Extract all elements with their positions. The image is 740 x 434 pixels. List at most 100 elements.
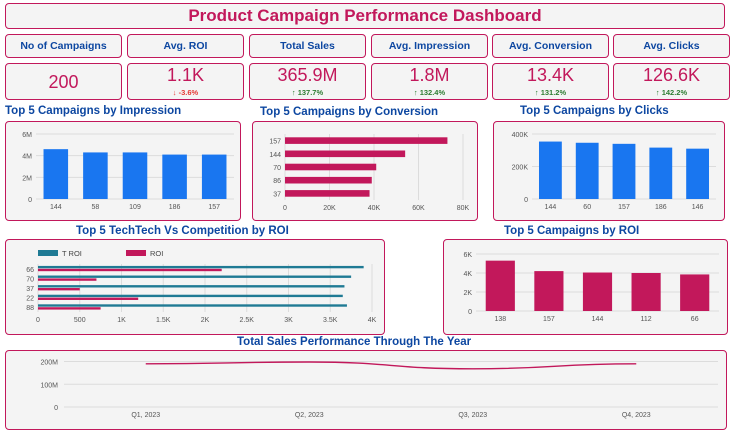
- bar: [575, 142, 599, 199]
- kpi-card-roi: 1.1K ↓ -3.6%: [127, 63, 244, 100]
- x-tick-label: 1K: [117, 317, 126, 324]
- bar: [43, 149, 69, 199]
- legend-swatch: [126, 250, 146, 256]
- arrow-up-icon: ↑: [413, 88, 418, 97]
- kpi-delta: ↑ 137.7%: [292, 88, 323, 97]
- y-tick-label: 0: [468, 309, 472, 316]
- sales-line: [145, 361, 637, 370]
- kpi-delta-text: 137.7%: [297, 88, 324, 97]
- x-tick-label: 0: [36, 317, 40, 324]
- bar: [649, 147, 673, 199]
- x-tick-label: 60K: [412, 205, 425, 212]
- bar: [612, 143, 636, 199]
- legend-swatch: [38, 250, 58, 256]
- x-tick-label: Q2, 2023: [295, 412, 324, 419]
- x-tick-label: 500: [74, 317, 86, 324]
- y-tick-label: 0: [28, 197, 32, 204]
- kpi-label-clicks: Avg. Clicks: [613, 34, 730, 58]
- bar-roi: [38, 278, 97, 281]
- x-tick-label: 20K: [323, 205, 336, 212]
- x-tick-label: 144: [592, 316, 604, 323]
- bar: [285, 137, 448, 144]
- y-tick-label: 6K: [463, 252, 472, 259]
- y-tick-label: 4K: [463, 271, 472, 278]
- x-tick-label: 3K: [284, 317, 293, 324]
- y-tick-label: 157: [269, 139, 281, 146]
- conversion-chart-title: Top 5 Campaigns by Conversion: [260, 106, 439, 118]
- y-tick-label: 2K: [463, 290, 472, 297]
- kpi-card-impression: 1.8M ↑ 132.4%: [371, 63, 488, 100]
- kpi-delta-text: 142.2%: [661, 88, 688, 97]
- kpi-card-campaigns: 200: [5, 63, 122, 100]
- x-tick-label: 2K: [201, 317, 210, 324]
- kpi-card-sales: 365.9M ↑ 137.7%: [249, 63, 366, 100]
- x-tick-label: 157: [208, 204, 220, 211]
- dashboard-title: Product Campaign Performance Dashboard: [188, 6, 542, 25]
- arrow-up-icon: ↑: [534, 88, 539, 97]
- kpi-card-clicks: 126.6K ↑ 142.2%: [613, 63, 730, 100]
- y-tick-label: 0: [524, 197, 528, 204]
- dashboard-title-box: Product Campaign Performance Dashboard: [5, 3, 725, 29]
- kpi-value: 1.8M: [409, 65, 450, 85]
- conversion-chart: 0 20K 40K 60K 80K 157 144 70 86 37: [269, 134, 470, 212]
- bar-t-roi: [38, 285, 345, 288]
- kpi-card-conversion: 13.4K ↑ 131.2%: [492, 63, 609, 100]
- kpi-value: 1.1K: [166, 65, 205, 85]
- x-tick-label: Q4, 2023: [622, 412, 651, 419]
- bar: [285, 176, 372, 184]
- kpi-delta-text: -3.6%: [178, 88, 199, 97]
- bar-t-roi: [38, 265, 364, 269]
- roi-chart-panel: 0 2K 4K 6K 138 157 144 112 66: [443, 239, 728, 335]
- y-tick-label: 400K: [512, 132, 529, 139]
- techtech-chart-panel: T ROI ROI 0 500 1K 1.5K 2K 2.5K 3K 3.5K 4K 66 70 37 22…: [5, 239, 385, 335]
- bar: [686, 148, 710, 199]
- kpi-label-conversion: Avg. Conversion: [492, 34, 609, 58]
- techtech-chart: T ROI ROI 0 500 1K 1.5K 2K 2.5K 3K 3.5K 4K 66 70 37 22…: [26, 249, 376, 324]
- bar-t-roi: [38, 294, 343, 298]
- bar: [122, 152, 148, 199]
- roi-chart: 0 2K 4K 6K 138 157 144 112 66: [463, 252, 719, 323]
- bar: [285, 150, 406, 158]
- x-tick-label: 66: [691, 316, 699, 323]
- kpi-label-campaigns: No of Campaigns: [5, 34, 122, 58]
- y-tick-label: 88: [26, 305, 34, 312]
- bar-roi: [38, 297, 139, 300]
- sales-chart-panel: 0 100M 200M Q1, 2023 Q2, 2023 Q3, 2023 Q4, 202…: [5, 350, 727, 430]
- bar-roi: [38, 307, 101, 310]
- bar-t-roi: [38, 304, 347, 307]
- clicks-chart: 0 200K 400K 144 60 157 186 146: [512, 132, 716, 211]
- kpi-label-sales: Total Sales: [249, 34, 366, 58]
- sales-chart: 0 100M 200M Q1, 2023 Q2, 2023 Q3, 2023 Q4, 202…: [40, 360, 718, 419]
- x-tick-label: Q3, 2023: [458, 412, 487, 419]
- arrow-down-icon: ↓: [172, 88, 177, 97]
- y-tick-label: 66: [26, 267, 34, 274]
- x-tick-label: 58: [92, 204, 100, 211]
- arrow-up-icon: ↑: [291, 88, 296, 97]
- arrow-up-icon: ↑: [655, 88, 660, 97]
- x-tick-label: 0: [283, 205, 287, 212]
- kpi-delta: ↑ 131.2%: [535, 88, 566, 97]
- x-tick-label: 138: [494, 316, 506, 323]
- y-tick-label: 200M: [40, 360, 58, 367]
- x-tick-label: 112: [641, 316, 652, 323]
- y-tick-label: 200K: [512, 165, 529, 172]
- y-tick-label: 100M: [40, 382, 58, 389]
- bar-t-roi: [38, 275, 352, 278]
- bar: [83, 152, 108, 199]
- x-tick-label: 40K: [368, 205, 381, 212]
- kpi-value: 365.9M: [277, 65, 338, 85]
- y-tick-label: 37: [273, 191, 281, 198]
- x-tick-label: 157: [543, 316, 555, 323]
- bar: [538, 141, 562, 199]
- y-tick-label: 22: [26, 296, 34, 303]
- bar: [680, 274, 710, 311]
- kpi-value: 13.4K: [526, 65, 575, 85]
- y-tick-label: 86: [273, 178, 281, 185]
- y-tick-label: 37: [26, 286, 34, 293]
- roi-chart-title: Top 5 Campaigns by ROI: [504, 225, 640, 237]
- x-tick-label: 144: [545, 204, 557, 211]
- x-tick-label: 186: [655, 204, 667, 211]
- kpi-delta: ↑ 142.2%: [656, 88, 687, 97]
- y-tick-label: 4M: [22, 154, 32, 161]
- x-tick-label: 80K: [457, 205, 470, 212]
